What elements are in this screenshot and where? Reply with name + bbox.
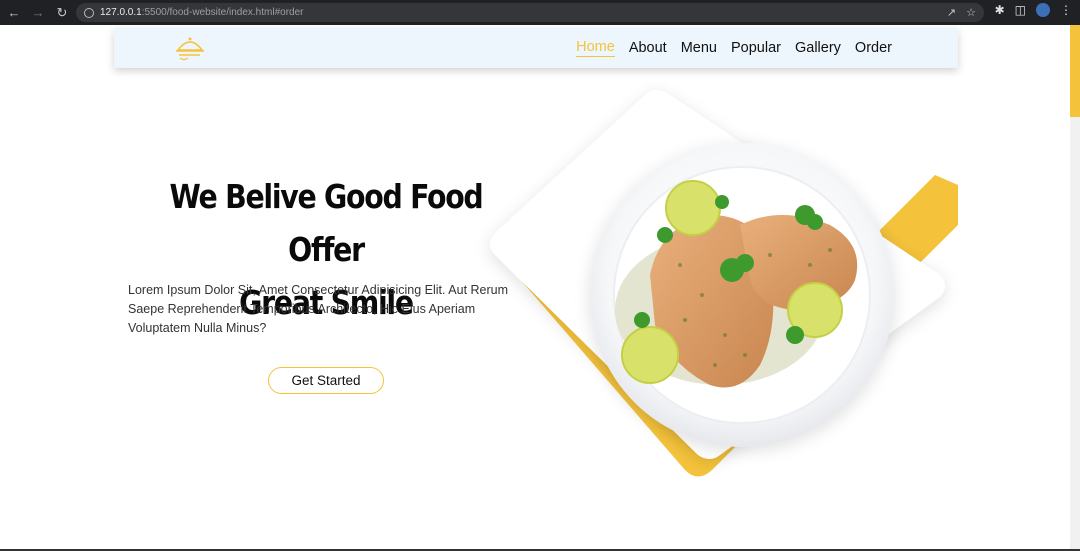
info-icon[interactable] <box>84 7 94 18</box>
main-nav: Home About Menu Popular Gallery Order <box>576 28 892 68</box>
hero-description: Lorem Ipsum Dolor Sit, Amet Consectetur … <box>128 283 509 335</box>
menu-dots-icon[interactable]: ⋮ <box>1060 3 1072 17</box>
sidepanel-icon[interactable]: ◫ <box>1015 3 1026 17</box>
nav-order[interactable]: Order <box>855 40 892 56</box>
browser-toolbar: ← → ↻ 127.0.0.1:5500/food-website/index.… <box>0 0 1080 25</box>
scrollbar-thumb[interactable] <box>1070 25 1080 117</box>
reload-icon[interactable]: ↻ <box>52 3 72 23</box>
hero-image <box>490 90 958 477</box>
share-icon[interactable]: ↗ <box>947 6 956 19</box>
url-path: :5500/food-website/index.html#order <box>141 7 304 18</box>
nav-gallery[interactable]: Gallery <box>795 40 841 56</box>
site-header: Home About Menu Popular Gallery Order <box>114 28 958 68</box>
page: Home About Menu Popular Gallery Order We… <box>0 25 1070 551</box>
nav-about[interactable]: About <box>629 40 667 56</box>
nav-popular[interactable]: Popular <box>731 40 781 56</box>
url-host: 127.0.0.1 <box>100 7 142 18</box>
forward-arrow-icon[interactable]: → <box>28 3 48 23</box>
headline-line-1: We Belive Good Food Offer <box>169 177 484 269</box>
star-icon[interactable]: ☆ <box>966 6 976 19</box>
extensions-icon[interactable]: ✱ <box>995 3 1005 17</box>
nav-home[interactable]: Home <box>576 39 615 57</box>
profile-avatar[interactable] <box>1036 3 1050 17</box>
logo-icon[interactable] <box>174 34 206 62</box>
get-started-button[interactable]: Get Started <box>268 367 384 394</box>
nav-menu[interactable]: Menu <box>681 40 717 56</box>
url-text: 127.0.0.1:5500/food-website/index.html#o… <box>100 7 303 18</box>
lime-slice <box>665 180 721 236</box>
scrollbar[interactable] <box>1070 25 1080 551</box>
lime-slice <box>621 326 679 384</box>
address-bar[interactable]: 127.0.0.1:5500/food-website/index.html#o… <box>76 3 984 22</box>
back-arrow-icon[interactable]: ← <box>4 3 24 23</box>
